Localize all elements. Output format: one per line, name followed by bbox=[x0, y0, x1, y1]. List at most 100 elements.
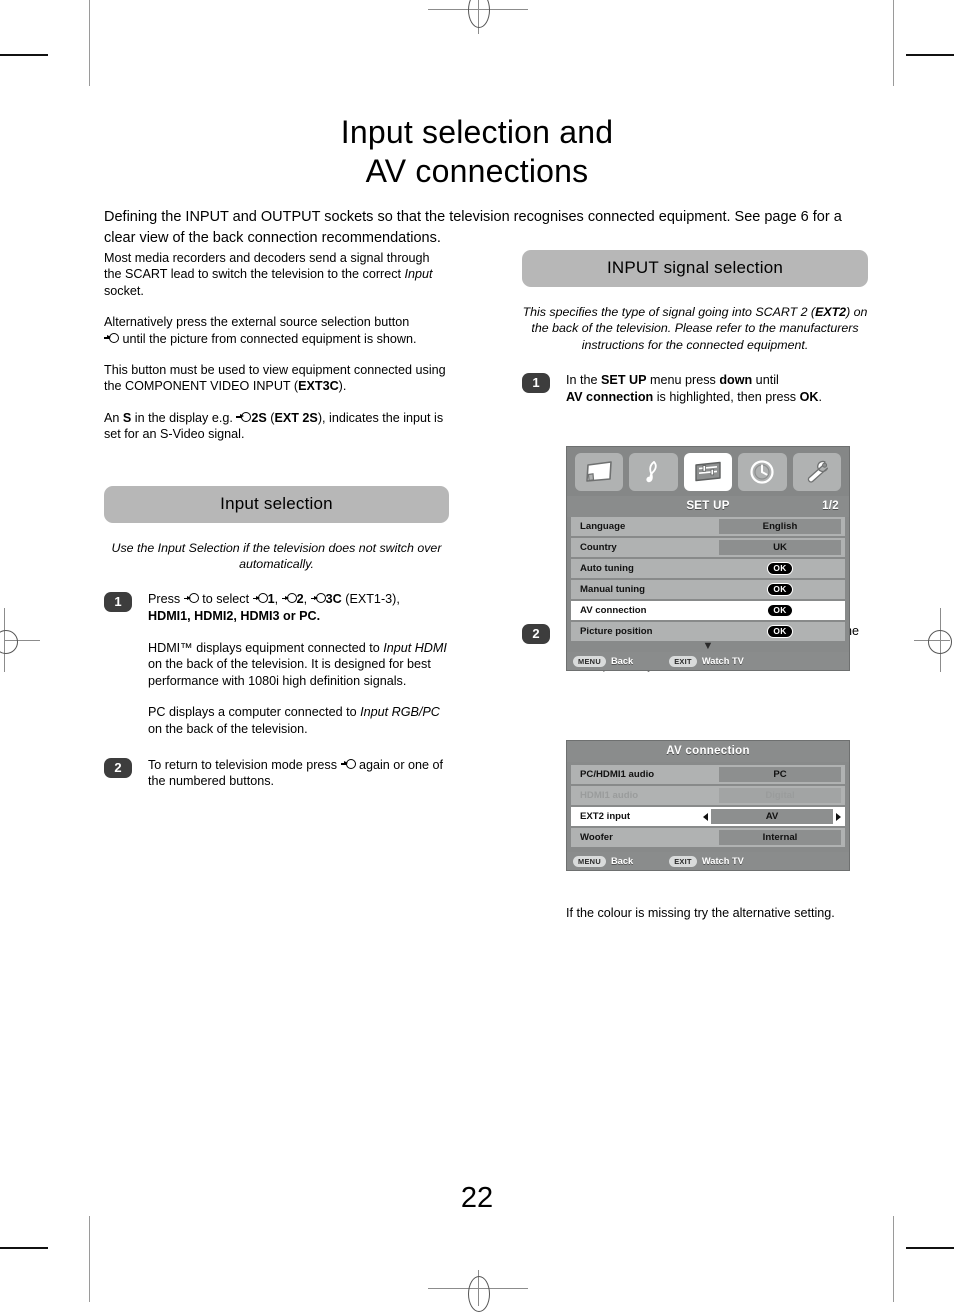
osd-title-text: SET UP bbox=[686, 500, 730, 512]
osd-page-indicator: 1/2 bbox=[822, 500, 839, 512]
osd-tab-setup[interactable] bbox=[683, 453, 733, 491]
setup-sliders-icon bbox=[695, 461, 721, 482]
text-run: to select bbox=[198, 592, 253, 607]
step-input-selection-1: 1 Press to select 1, 2, 3C (EXT1-3), HDMI… bbox=[104, 591, 449, 737]
osd-title-text: AV connection bbox=[666, 745, 750, 757]
manual-page: Input selection and AV connections Defin… bbox=[0, 0, 954, 1302]
text-run-bold: 1 bbox=[267, 592, 275, 607]
osd-row-woofer[interactable]: Woofer Internal bbox=[571, 828, 845, 847]
text-run-bold: EXT2 bbox=[815, 305, 847, 319]
osd-tab-sound[interactable] bbox=[629, 453, 678, 491]
osd-row-value[interactable]: OK bbox=[719, 562, 841, 575]
text-run-bold: AV connection bbox=[566, 389, 654, 404]
osd-row-pc-hdmi1-audio[interactable]: PC/HDMI1 audio PC bbox=[571, 765, 845, 784]
text-run-italic: Input HDMI bbox=[383, 640, 447, 655]
text-run-italic: Input RGB/PC bbox=[360, 705, 440, 720]
section-banner-input-signal-selection: INPUT signal selection bbox=[522, 250, 868, 287]
left-arrow-icon[interactable] bbox=[703, 812, 708, 821]
osd-row-label: Picture position bbox=[580, 626, 653, 637]
text-run-bold: EXT 2S bbox=[274, 410, 318, 425]
osd-row-value[interactable]: OK bbox=[719, 604, 841, 617]
picture-icon bbox=[586, 461, 613, 482]
step-1-pc-note: PC displays a computer connected to Inpu… bbox=[148, 704, 449, 737]
osd-row-ext2-input[interactable]: EXT2 input AV bbox=[571, 807, 845, 826]
text-run-bold: 2 bbox=[296, 592, 304, 607]
right-arrow-icon[interactable] bbox=[836, 812, 841, 821]
paragraph-scart-signal: Most media recorders and decoders send a… bbox=[104, 250, 449, 299]
text-run-bold: 3C bbox=[325, 592, 342, 607]
osd-tab-timer[interactable] bbox=[738, 453, 787, 491]
osd-row-label: PC/HDMI1 audio bbox=[580, 769, 655, 780]
osd-row-language[interactable]: Language English bbox=[571, 517, 845, 536]
step-signal-1: 1 In the SET UP menu press down until AV… bbox=[522, 372, 868, 405]
osd-row-manual-tuning[interactable]: Manual tuning OK bbox=[571, 580, 845, 599]
osd-row-value[interactable]: English bbox=[719, 519, 841, 534]
wrench-icon bbox=[807, 460, 828, 483]
text-run: An bbox=[104, 410, 123, 425]
music-note-icon bbox=[646, 461, 657, 483]
text-run: (EXT1-3), bbox=[341, 592, 400, 607]
paragraph-s-video: An S in the display e.g. 2S (EXT 2S), in… bbox=[104, 410, 449, 443]
step-input-selection-2: 2 To return to television mode press aga… bbox=[104, 757, 449, 790]
menu-key-cap[interactable]: MENU bbox=[573, 855, 606, 867]
text-run: until the picture from connected equipme… bbox=[119, 331, 417, 346]
ok-button-glyph: OK bbox=[767, 583, 793, 596]
page-title-line-1: Input selection and bbox=[340, 114, 614, 151]
clock-icon bbox=[750, 460, 775, 484]
step-number-badge: 2 bbox=[522, 624, 550, 645]
osd-row-label: HDMI1 audio bbox=[580, 790, 639, 801]
exit-key-cap[interactable]: EXIT bbox=[669, 655, 697, 667]
step-1-hdmi-note: HDMI™ displays equipment connected to In… bbox=[148, 640, 449, 690]
osd-row-value[interactable]: PC bbox=[719, 767, 841, 782]
page-intro: Defining the INPUT and OUTPUT sockets so… bbox=[104, 208, 842, 246]
text-run: . bbox=[818, 389, 822, 404]
osd-footer-setup: MENU Back EXIT Watch TV bbox=[567, 652, 849, 670]
exit-key-label: Watch TV bbox=[701, 656, 744, 666]
text-run: menu press bbox=[646, 373, 720, 388]
osd-row-country[interactable]: Country UK bbox=[571, 538, 845, 557]
osd-row-label: AV connection bbox=[580, 605, 647, 616]
osd-row-list: Language English Country UK Auto tuning … bbox=[567, 517, 849, 641]
text-run: This specifies the type of signal going … bbox=[522, 305, 816, 319]
text-run: in the display e.g. bbox=[131, 410, 237, 425]
osd-row-value[interactable]: OK bbox=[719, 583, 841, 596]
step-number-badge: 1 bbox=[104, 592, 132, 613]
input-selection-caption: Use the Input Selection if the televisio… bbox=[111, 540, 442, 572]
exit-key-label: Watch TV bbox=[701, 856, 744, 866]
menu-key-cap[interactable]: MENU bbox=[573, 655, 606, 667]
text-run: on the back of the television. bbox=[148, 722, 308, 737]
osd-row-auto-tuning[interactable]: Auto tuning OK bbox=[571, 559, 845, 578]
exit-key-cap[interactable]: EXIT bbox=[669, 855, 697, 867]
paragraph-component-video: This button must be used to view equipme… bbox=[104, 362, 449, 395]
osd-row-value[interactable]: AV bbox=[711, 809, 833, 824]
text-run: To return to television mode press bbox=[148, 757, 341, 772]
osd-row-value[interactable]: Internal bbox=[719, 830, 841, 845]
text-run-italic: Input bbox=[404, 267, 433, 282]
text-run: Most media recorders and decoders send a… bbox=[104, 251, 430, 282]
osd-tab-picture[interactable] bbox=[575, 453, 624, 491]
text-run: PC displays a computer connected to bbox=[148, 705, 361, 720]
text-run: is highlighted, then press bbox=[653, 389, 800, 404]
text-run-bold: down bbox=[719, 373, 753, 388]
osd-row-label: Manual tuning bbox=[580, 584, 646, 595]
osd-row-list: PC/HDMI1 audio PC HDMI1 audio Digital EX… bbox=[567, 762, 849, 847]
text-run: In the bbox=[566, 373, 602, 388]
page-number: 22 bbox=[460, 1182, 494, 1214]
source-select-icon bbox=[310, 593, 326, 604]
osd-tab-tools[interactable] bbox=[792, 453, 842, 491]
osd-row-value[interactable]: OK bbox=[719, 625, 841, 638]
osd-row-label: Language bbox=[580, 521, 626, 532]
osd-row-label: EXT2 input bbox=[580, 811, 631, 822]
ok-button-glyph: OK bbox=[767, 562, 793, 575]
page-title: Input selection and AV connections bbox=[0, 113, 954, 191]
osd-row-av-connection[interactable]: AV connection OK bbox=[571, 601, 845, 620]
ok-button-glyph: OK bbox=[767, 625, 793, 638]
scroll-down-caret-icon: ▼ bbox=[702, 640, 714, 652]
step-body: Press to select 1, 2, 3C (EXT1-3), HDMI1,… bbox=[148, 591, 449, 737]
osd-row-value[interactable]: UK bbox=[719, 540, 841, 555]
step-1-instruction: In the SET UP menu press down until AV c… bbox=[566, 372, 868, 405]
text-run-bold: HDMI1, HDMI2, HDMI3 or PC. bbox=[148, 609, 321, 624]
ok-button-glyph: OK bbox=[767, 604, 793, 617]
osd-row-picture-position[interactable]: Picture position OK bbox=[571, 622, 845, 641]
step-1-instruction: Press to select 1, 2, 3C (EXT1-3), HDMI1,… bbox=[148, 591, 449, 624]
